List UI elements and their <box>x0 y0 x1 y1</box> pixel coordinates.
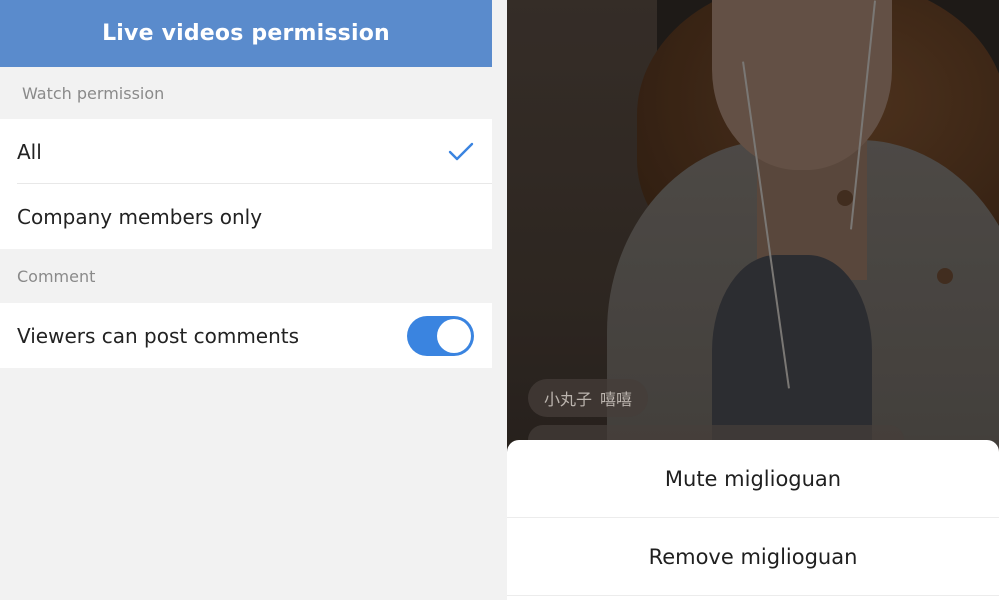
checkmark-icon <box>448 142 474 162</box>
watch-options-list: All Company members only <box>0 119 492 249</box>
chat-username: 小丸子 <box>544 390 593 409</box>
viewers-comment-label: Viewers can post comments <box>17 323 300 348</box>
comment-options-list: Viewers can post comments <box>0 303 492 368</box>
viewers-comment-row: Viewers can post comments <box>0 303 492 368</box>
option-all[interactable]: All <box>0 119 492 184</box>
comment-section-label: Comment <box>17 266 96 286</box>
option-all-label: All <box>17 139 42 164</box>
remove-user-button[interactable]: Remove miglioguan <box>507 518 999 596</box>
option-company-members-label: Company members only <box>17 204 263 229</box>
option-company-members-only[interactable]: Company members only <box>0 184 492 249</box>
viewers-comment-toggle[interactable] <box>407 315 474 356</box>
live-permission-screen: Live videos permission Watch permission … <box>0 0 492 600</box>
header-bar: Live videos permission <box>0 0 492 67</box>
action-sheet: Mute miglioguan Remove miglioguan <box>507 440 999 600</box>
page-title: Live videos permission <box>102 21 390 46</box>
toggle-knob <box>437 318 471 353</box>
chat-text: 嘻嘻 <box>600 390 633 409</box>
mute-user-button[interactable]: Mute miglioguan <box>507 440 999 518</box>
live-video-screen: 小丸子 嘻嘻 Mute miglioguan Remove miglioguan <box>507 0 999 600</box>
watch-permission-section-label: Watch permission <box>22 83 165 103</box>
chat-message[interactable]: 小丸子 嘻嘻 <box>528 379 649 417</box>
